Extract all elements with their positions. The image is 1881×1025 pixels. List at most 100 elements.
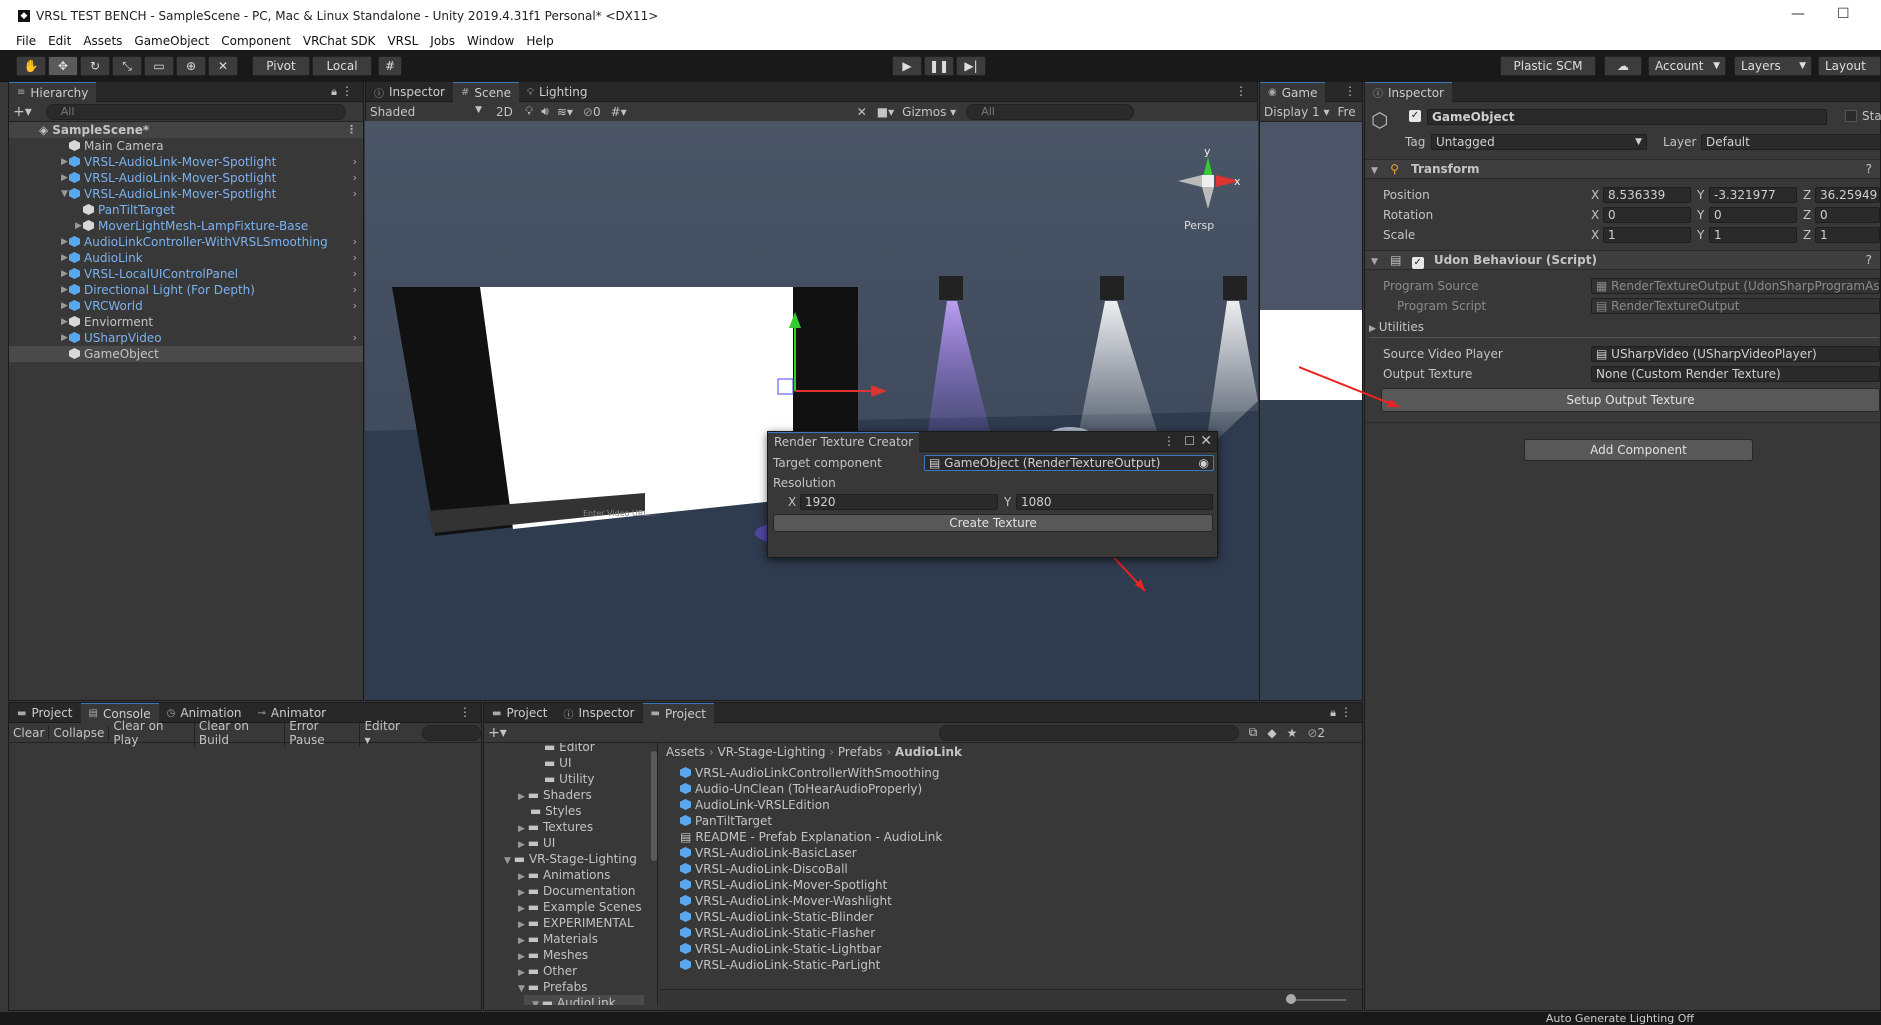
display-dropdown[interactable]: Display 1 ▾ xyxy=(1264,105,1330,119)
favorite-icon[interactable]: ★ xyxy=(1287,726,1298,740)
cloud-button[interactable]: ☁ xyxy=(1604,56,1642,76)
hierarchy-item[interactable]: ▶ VRSL-AudioLink-Mover-Spotlight › xyxy=(61,170,363,186)
hierarchy-item-selected[interactable]: GameObject xyxy=(9,346,363,362)
layers-dropdown[interactable]: Layers ▼ xyxy=(1734,56,1812,76)
rect-tool-button[interactable]: ▭ xyxy=(144,56,174,76)
camera-icon[interactable]: ■▾ xyxy=(877,105,894,119)
position-x-field[interactable]: 8.536339 xyxy=(1603,187,1691,203)
tools-icon[interactable]: ✕ xyxy=(857,105,867,119)
clear-on-build-button[interactable]: Clear on Build xyxy=(195,718,286,747)
folder-item[interactable]: ▬ Utility xyxy=(544,771,594,787)
hierarchy-item[interactable]: ▶ VRCWorld › xyxy=(61,298,363,314)
tab-inspector-main[interactable]: ⓘ Inspector xyxy=(1365,82,1452,102)
hierarchy-item[interactable]: ▶ Directional Light (For Depth) › xyxy=(61,282,363,298)
editor-dropdown[interactable]: Editor ▾ xyxy=(360,719,412,747)
scale-tool-button[interactable]: ⤡ xyxy=(112,56,142,76)
tab-scene[interactable]: # Scene xyxy=(452,82,519,102)
hierarchy-item[interactable]: ▶ VRSL-LocalUIControlPanel › xyxy=(61,266,363,282)
plastic-scm-button[interactable]: Plastic SCM xyxy=(1500,56,1596,76)
expand-arrow-icon[interactable]: ▶ xyxy=(61,234,68,250)
rotate-tool-button[interactable]: ↻ xyxy=(80,56,110,76)
minimize-button[interactable]: — xyxy=(1791,6,1805,22)
help-icon[interactable]: ? xyxy=(1866,251,1872,269)
chevron-right-icon[interactable]: › xyxy=(353,250,357,266)
custom-tool-button[interactable]: ✕ xyxy=(208,56,238,76)
console-search-input[interactable] xyxy=(422,724,481,741)
folder-item[interactable]: ▶ ▬ Materials xyxy=(518,931,598,947)
expand-arrow-icon[interactable]: ▶ xyxy=(518,840,528,850)
expand-arrow-icon[interactable]: ▶ xyxy=(518,936,528,946)
menu-vrchat-sdk[interactable]: VRChat SDK xyxy=(303,34,376,48)
folder-item[interactable]: ▬ Editor xyxy=(544,743,595,755)
asset-item[interactable]: VRSL-AudioLink-Mover-Spotlight xyxy=(680,877,887,893)
clear-button[interactable]: Clear xyxy=(9,725,50,740)
icon-size-slider-handle[interactable] xyxy=(1286,994,1296,1004)
more-icon[interactable]: ⋮ xyxy=(1163,434,1175,448)
more-icon[interactable]: ⋮ xyxy=(341,84,353,98)
chevron-right-icon[interactable]: › xyxy=(353,186,357,202)
menu-component[interactable]: Component xyxy=(221,34,291,48)
lock-icon[interactable]: 🔒︎ xyxy=(1330,706,1336,720)
folder-item[interactable]: ▶ ▬ EXPERIMENTAL xyxy=(518,915,634,931)
lighting-toggle-icon[interactable]: 💡︎ xyxy=(525,104,533,119)
more-icon[interactable]: ⋮ xyxy=(346,122,357,138)
rotation-y-field[interactable]: 0 xyxy=(1709,207,1797,223)
scale-y-field[interactable]: 1 xyxy=(1709,227,1797,243)
move-tool-button[interactable]: ✥ xyxy=(48,56,78,76)
scale-z-field[interactable]: 1 xyxy=(1815,227,1880,243)
lock-icon[interactable]: 🔒︎ xyxy=(331,85,337,99)
expand-arrow-icon[interactable]: ▶ xyxy=(518,888,528,898)
breadcrumb-item[interactable]: Assets xyxy=(666,745,705,759)
tab-inspector[interactable]: ⓘ Inspector xyxy=(366,82,453,102)
output-texture-field[interactable]: None (Custom Render Texture) xyxy=(1591,366,1880,382)
hierarchy-item[interactable]: ▶ Enviorment xyxy=(61,314,153,330)
hierarchy-item[interactable]: ▶ VRSL-AudioLink-Mover-Spotlight › xyxy=(61,154,363,170)
rotation-z-field[interactable]: 0 xyxy=(1815,207,1880,223)
gizmos-dropdown[interactable]: Gizmos ▾ xyxy=(902,105,956,119)
tab-inspector-2[interactable]: ⓘ Inspector xyxy=(556,703,643,723)
asset-item[interactable]: PanTiltTarget xyxy=(680,813,772,829)
expand-arrow-icon[interactable]: ▶ xyxy=(518,792,528,802)
expand-arrow-icon[interactable]: ▶ xyxy=(61,330,68,346)
error-pause-button[interactable]: Error Pause xyxy=(285,718,361,747)
chevron-right-icon[interactable]: › xyxy=(353,266,357,282)
menu-file[interactable]: File xyxy=(16,34,36,48)
gameobject-name-field[interactable]: GameObject xyxy=(1427,109,1827,125)
breadcrumb-item[interactable]: Prefabs xyxy=(838,745,883,759)
maximize-button[interactable]: ☐ xyxy=(1837,6,1850,22)
collapse-button[interactable]: Collapse xyxy=(49,725,110,740)
resolution-y-field[interactable]: 1080 xyxy=(1016,494,1213,510)
shading-mode-dropdown[interactable]: Shaded ▼ xyxy=(370,105,486,119)
rotation-x-field[interactable]: 0 xyxy=(1603,207,1691,223)
asset-item[interactable]: VRSL-AudioLink-Static-Flasher xyxy=(680,925,875,941)
tree-scrollbar[interactable] xyxy=(651,751,657,861)
expand-arrow-icon[interactable]: ▼ xyxy=(61,186,68,202)
expand-arrow-icon[interactable]: ▶ xyxy=(518,920,528,930)
asset-item[interactable]: VRSL-AudioLinkControllerWithSmoothing xyxy=(680,765,940,781)
hand-tool-button[interactable]: ✋ xyxy=(16,56,46,76)
hierarchy-item[interactable]: ▶ MoverLightMesh-LampFixture-Base xyxy=(75,218,308,234)
more-icon[interactable]: ⋮ xyxy=(1344,84,1356,98)
expand-arrow-icon[interactable]: ▶ xyxy=(61,250,68,266)
account-dropdown[interactable]: Account ▼ xyxy=(1648,56,1726,76)
folder-item[interactable]: ▼ ▬ VR-Stage-Lighting xyxy=(504,851,637,867)
hidden-packages-icon[interactable]: ⊘ xyxy=(1307,726,1317,740)
expand-arrow-icon[interactable]: ▼ xyxy=(518,984,528,994)
menu-edit[interactable]: Edit xyxy=(48,34,71,48)
folder-item[interactable]: ▶ ▬ Other xyxy=(518,963,577,979)
object-picker-icon[interactable]: ◉ xyxy=(1199,456,1209,470)
expand-arrow-icon[interactable]: ▶ xyxy=(518,968,528,978)
tab-lighting[interactable]: 💡︎ Lighting xyxy=(519,82,596,102)
local-toggle[interactable]: Local xyxy=(312,56,372,76)
breadcrumb-item[interactable]: VR-Stage-Lighting xyxy=(718,745,826,759)
expand-arrow-icon[interactable]: ▶ xyxy=(518,872,528,882)
menu-vrsl[interactable]: VRSL xyxy=(387,34,418,48)
hierarchy-item[interactable]: PanTiltTarget xyxy=(83,202,175,218)
chevron-right-icon[interactable]: › xyxy=(353,234,357,250)
hierarchy-search-input[interactable]: All xyxy=(45,103,346,120)
static-checkbox[interactable] xyxy=(1845,110,1857,122)
hierarchy-item[interactable]: ▼ VRSL-AudioLink-Mover-Spotlight › xyxy=(61,186,363,202)
more-icon[interactable]: ⋮ xyxy=(1340,705,1352,719)
active-checkbox[interactable]: ✓ xyxy=(1409,110,1421,122)
tab-game[interactable]: ◉ Game xyxy=(1260,82,1326,102)
